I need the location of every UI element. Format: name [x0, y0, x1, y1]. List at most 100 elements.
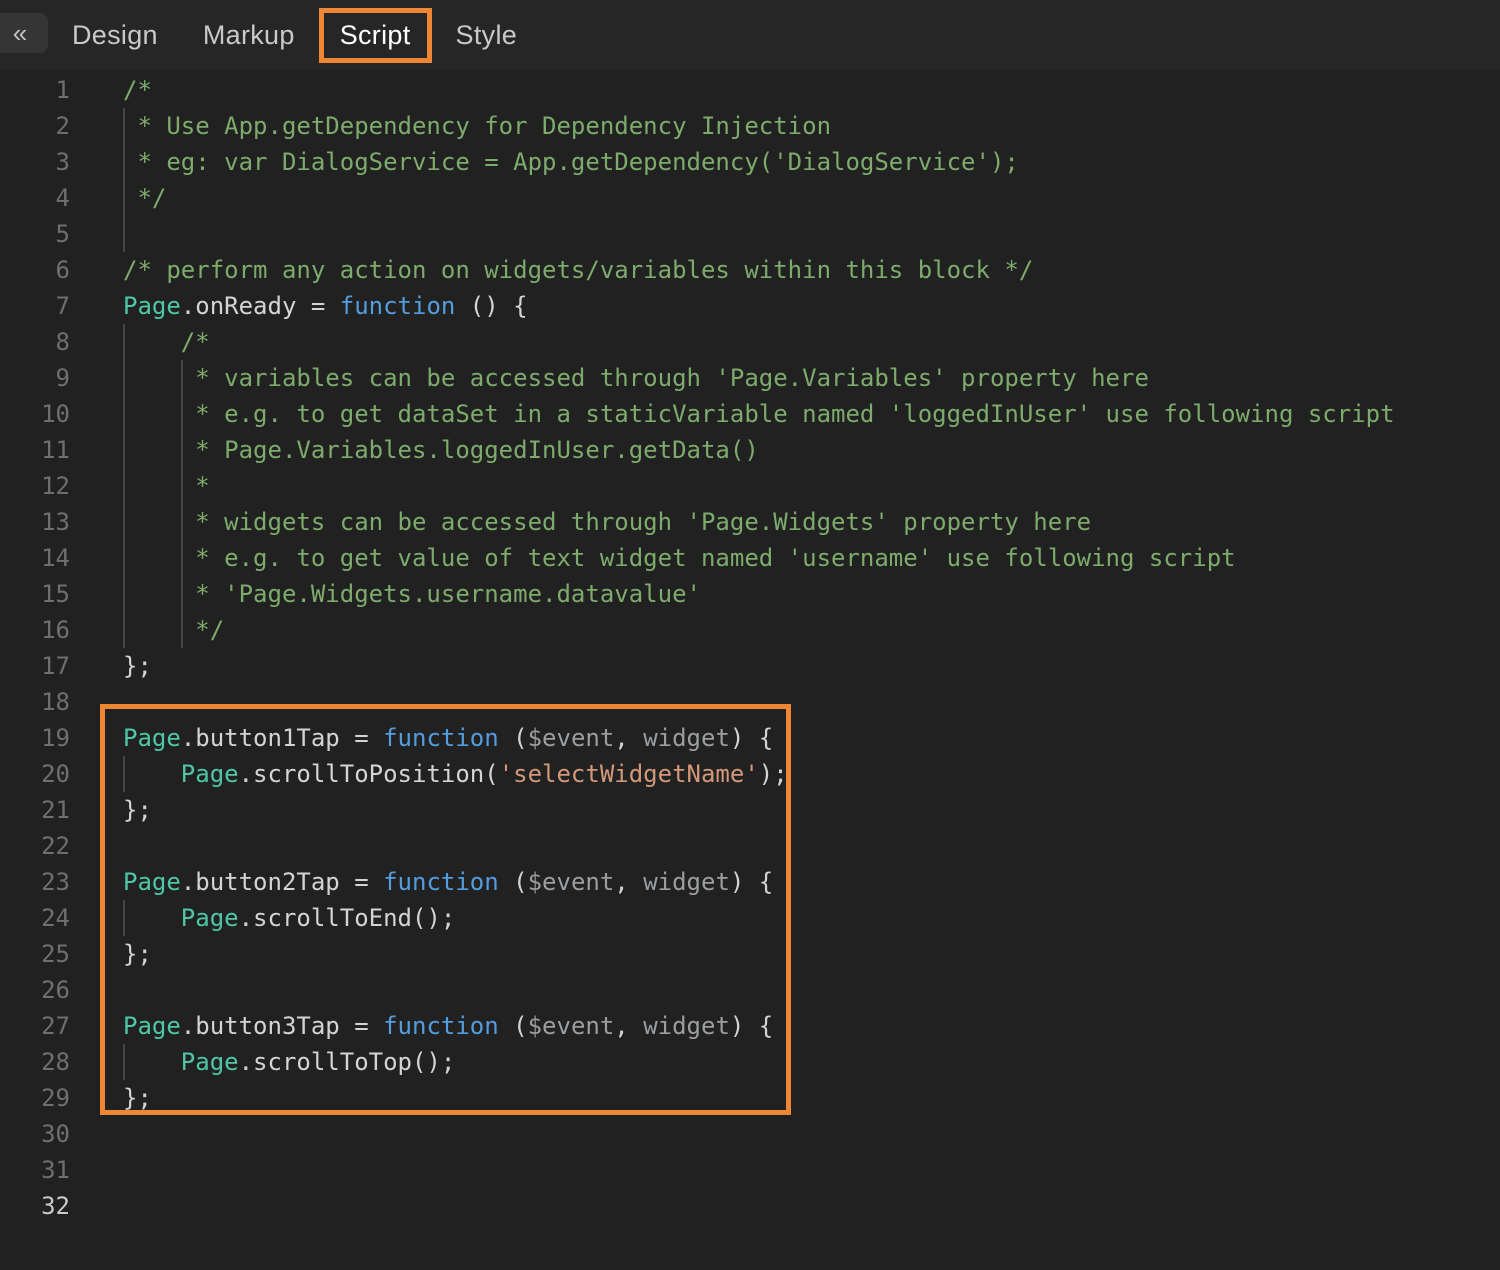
code-text: /* [70, 328, 210, 356]
script-code-editor[interactable]: 1/*2 * Use App.getDependency for Depende… [0, 70, 1500, 1224]
line-number: 22 [0, 828, 70, 864]
code-line[interactable]: 3 * eg: var DialogService = App.getDepen… [0, 144, 1500, 180]
code-text: * Page.Variables.loggedInUser.getData() [70, 436, 759, 464]
collapse-sidebar-button[interactable]: « [0, 13, 48, 53]
code-text: * Use App.getDependency for Dependency I… [70, 112, 831, 140]
code-line[interactable]: 4 */ [0, 180, 1500, 216]
code-text [70, 1156, 123, 1184]
code-line[interactable]: 1/* [0, 72, 1500, 108]
indent-guide [123, 180, 125, 216]
indent-guide [123, 324, 125, 360]
indent-guide [181, 612, 183, 648]
code-line[interactable]: 2 * Use App.getDependency for Dependency… [0, 108, 1500, 144]
line-number: 30 [0, 1116, 70, 1152]
code-line[interactable]: 11 * Page.Variables.loggedInUser.getData… [0, 432, 1500, 468]
indent-guide [123, 396, 125, 432]
indent-guide [181, 504, 183, 540]
code-text [70, 688, 123, 716]
tab-style[interactable]: Style [456, 20, 518, 51]
code-text [70, 976, 123, 1004]
line-number: 19 [0, 720, 70, 756]
code-text: /* perform any action on widgets/variabl… [70, 256, 1033, 284]
line-number: 1 [0, 72, 70, 108]
indent-guide [123, 504, 125, 540]
code-text [70, 220, 123, 248]
code-line[interactable]: 15 * 'Page.Widgets.username.datavalue' [0, 576, 1500, 612]
code-line[interactable]: 17}; [0, 648, 1500, 684]
line-number: 7 [0, 288, 70, 324]
tab-design[interactable]: Design [72, 20, 158, 51]
line-number: 5 [0, 216, 70, 252]
editor-tabs: Design Markup Script Style [72, 8, 517, 63]
indent-guide [123, 360, 125, 396]
line-number: 26 [0, 972, 70, 1008]
indent-guide [123, 756, 125, 792]
line-number: 21 [0, 792, 70, 828]
line-number: 17 [0, 648, 70, 684]
code-text: Page.scrollToEnd(); [70, 904, 455, 932]
code-line[interactable]: 8 /* [0, 324, 1500, 360]
indent-guide [181, 432, 183, 468]
line-number: 29 [0, 1080, 70, 1116]
code-text [70, 832, 123, 860]
line-number: 31 [0, 1152, 70, 1188]
line-number: 6 [0, 252, 70, 288]
line-number: 10 [0, 396, 70, 432]
code-line[interactable]: 32 [0, 1188, 1500, 1224]
code-line[interactable]: 6/* perform any action on widgets/variab… [0, 252, 1500, 288]
code-line[interactable]: 14 * e.g. to get value of text widget na… [0, 540, 1500, 576]
code-line[interactable]: 24 Page.scrollToEnd(); [0, 900, 1500, 936]
code-line[interactable]: 16 */ [0, 612, 1500, 648]
code-line[interactable]: 28 Page.scrollToTop(); [0, 1044, 1500, 1080]
tab-script[interactable]: Script [319, 8, 432, 63]
code-text: * e.g. to get dataSet in a staticVariabl… [70, 400, 1395, 428]
code-line[interactable]: 27Page.button3Tap = function ($event, wi… [0, 1008, 1500, 1044]
line-number: 4 [0, 180, 70, 216]
code-line[interactable]: 30 [0, 1116, 1500, 1152]
code-line[interactable]: 7Page.onReady = function () { [0, 288, 1500, 324]
code-text: * variables can be accessed through 'Pag… [70, 364, 1149, 392]
line-number: 32 [0, 1188, 70, 1224]
indent-guide [123, 432, 125, 468]
code-line[interactable]: 31 [0, 1152, 1500, 1188]
chevron-double-left-icon: « [13, 18, 27, 49]
code-line[interactable]: 18 [0, 684, 1500, 720]
tab-markup[interactable]: Markup [203, 20, 295, 51]
indent-guide [123, 612, 125, 648]
line-number: 18 [0, 684, 70, 720]
indent-guide [181, 576, 183, 612]
line-number: 16 [0, 612, 70, 648]
line-number: 28 [0, 1044, 70, 1080]
line-number: 15 [0, 576, 70, 612]
code-line[interactable]: 13 * widgets can be accessed through 'Pa… [0, 504, 1500, 540]
line-number: 20 [0, 756, 70, 792]
indent-guide [123, 900, 125, 936]
code-line[interactable]: 29}; [0, 1080, 1500, 1116]
code-text: * widgets can be accessed through 'Page.… [70, 508, 1091, 536]
line-number: 14 [0, 540, 70, 576]
code-text: */ [70, 616, 224, 644]
line-number: 25 [0, 936, 70, 972]
code-text: */ [70, 184, 166, 212]
code-line[interactable]: 19Page.button1Tap = function ($event, wi… [0, 720, 1500, 756]
code-line[interactable]: 26 [0, 972, 1500, 1008]
indent-guide [123, 468, 125, 504]
code-line[interactable]: 9 * variables can be accessed through 'P… [0, 360, 1500, 396]
code-line[interactable]: 12 * [0, 468, 1500, 504]
indent-guide [181, 468, 183, 504]
indent-guide [123, 1044, 125, 1080]
code-line[interactable]: 25}; [0, 936, 1500, 972]
code-text: Page.onReady = function () { [70, 292, 528, 320]
code-line[interactable]: 21}; [0, 792, 1500, 828]
code-text: Page.button1Tap = function ($event, widg… [70, 724, 773, 752]
code-line[interactable]: 22 [0, 828, 1500, 864]
indent-guide [123, 576, 125, 612]
code-line[interactable]: 23Page.button2Tap = function ($event, wi… [0, 864, 1500, 900]
line-number: 8 [0, 324, 70, 360]
indent-guide [181, 396, 183, 432]
line-number: 24 [0, 900, 70, 936]
code-line[interactable]: 20 Page.scrollToPosition('selectWidgetNa… [0, 756, 1500, 792]
code-text: * [70, 472, 210, 500]
code-line[interactable]: 5 [0, 216, 1500, 252]
code-line[interactable]: 10 * e.g. to get dataSet in a staticVari… [0, 396, 1500, 432]
